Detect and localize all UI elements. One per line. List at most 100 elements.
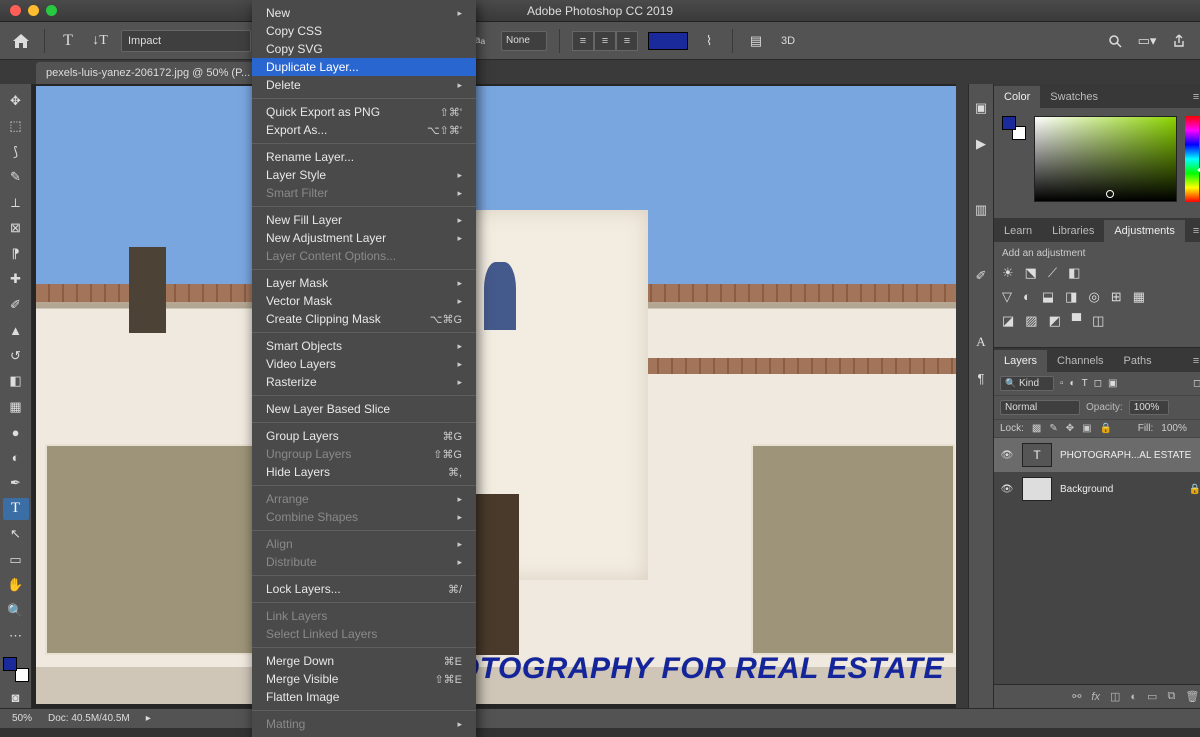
lock-pixels-icon[interactable]: ✎ xyxy=(1049,423,1057,434)
paragraph-panel-icon[interactable]: ¶ xyxy=(969,366,993,390)
tab-paths[interactable]: Paths xyxy=(1114,350,1162,372)
text-layer[interactable]: PHOTOGRAPHY FOR REAL ESTATE xyxy=(413,652,944,686)
levels-adj-icon[interactable]: ⬔ xyxy=(1025,265,1037,281)
lock-position-icon[interactable]: ✥ xyxy=(1066,423,1074,434)
gradientmap-adj-icon[interactable]: ▀ xyxy=(1072,313,1081,329)
align-left-icon[interactable]: ≡ xyxy=(572,31,594,51)
tab-learn[interactable]: Learn xyxy=(994,220,1042,242)
threshold-adj-icon[interactable]: ◩ xyxy=(1049,313,1061,329)
align-center-icon[interactable]: ≡ xyxy=(594,31,616,51)
filter-shape-icon[interactable]: ◻ xyxy=(1094,378,1102,389)
layer-filter-kind[interactable]: 🔍 Kind xyxy=(1000,376,1054,391)
filter-adj-icon[interactable]: ◐ xyxy=(1070,378,1076,389)
bw-adj-icon[interactable]: ◨ xyxy=(1065,289,1077,305)
panel-menu-icon[interactable]: ≡ xyxy=(1185,220,1200,242)
filter-pixel-icon[interactable]: ▫ xyxy=(1060,378,1064,389)
quickmask-icon[interactable]: ◙ xyxy=(3,686,29,708)
layer-item[interactable]: 👁 T PHOTOGRAPH...AL ESTATE xyxy=(994,438,1200,472)
chevron-right-icon[interactable]: ▸ xyxy=(146,713,151,724)
document-tab[interactable]: pexels-luis-yanez-206172.jpg @ 50% (P...… xyxy=(36,62,275,84)
move-tool-icon[interactable]: ✥ xyxy=(3,90,29,112)
fill-value[interactable]: 100% xyxy=(1161,423,1200,434)
close-icon[interactable] xyxy=(10,5,21,16)
selective-adj-icon[interactable]: ◫ xyxy=(1092,313,1104,329)
visibility-icon[interactable]: 👁 xyxy=(1000,450,1014,461)
curves-adj-icon[interactable]: ⟋ xyxy=(1048,265,1057,281)
menu-rename-layer[interactable]: Rename Layer... xyxy=(252,148,476,166)
text-color-swatch[interactable] xyxy=(648,32,688,50)
share-icon[interactable] xyxy=(1168,30,1190,52)
invert-adj-icon[interactable]: ◪ xyxy=(1002,313,1014,329)
photofilter-adj-icon[interactable]: ◎ xyxy=(1088,289,1099,305)
type-tool-icon[interactable]: T xyxy=(3,498,29,520)
play-icon[interactable]: ▶ xyxy=(969,132,993,156)
history-brush-tool-icon[interactable]: ↺ xyxy=(3,345,29,367)
align-right-icon[interactable]: ≡ xyxy=(616,31,638,51)
delete-layer-icon[interactable]: 🗑 xyxy=(1185,690,1199,703)
menu-layer-mask[interactable]: Layer Mask▸ xyxy=(252,274,476,292)
panel-menu-icon[interactable]: ≡ xyxy=(1185,86,1200,108)
menu-new-layer-slice[interactable]: New Layer Based Slice xyxy=(252,400,476,418)
menu-rasterize[interactable]: Rasterize▸ xyxy=(252,373,476,391)
3d-icon[interactable]: 3D xyxy=(777,30,799,52)
new-layer-icon[interactable]: ⧉ xyxy=(1167,690,1175,703)
menu-smart-objects[interactable]: Smart Objects▸ xyxy=(252,337,476,355)
zoom-level[interactable]: 50% xyxy=(12,713,32,724)
menu-merge-down[interactable]: Merge Down⌘E xyxy=(252,652,476,670)
menu-new-fill-layer[interactable]: New Fill Layer▸ xyxy=(252,211,476,229)
new-adj-layer-icon[interactable]: ◐ xyxy=(1130,691,1137,703)
brush-panel-icon[interactable]: ✐ xyxy=(969,264,993,288)
menu-copy-svg[interactable]: Copy SVG xyxy=(252,40,476,58)
blend-mode-select[interactable]: Normal xyxy=(1000,400,1080,415)
minimize-icon[interactable] xyxy=(28,5,39,16)
marquee-tool-icon[interactable]: ⬚ xyxy=(3,116,29,138)
dodge-tool-icon[interactable]: ◐ xyxy=(3,447,29,469)
antialias-select[interactable]: None xyxy=(501,31,547,51)
menu-copy-css[interactable]: Copy CSS xyxy=(252,22,476,40)
colorbal-adj-icon[interactable]: ⬓ xyxy=(1042,289,1054,305)
new-group-icon[interactable]: ▭ xyxy=(1147,690,1157,703)
menu-layer-style[interactable]: Layer Style▸ xyxy=(252,166,476,184)
canvas[interactable]: PHOTOGRAPHY FOR REAL ESTATE xyxy=(36,86,964,704)
brush-tool-icon[interactable]: ✐ xyxy=(3,294,29,316)
visibility-icon[interactable]: 👁 xyxy=(1000,484,1014,495)
hue-adj-icon[interactable]: ◐ xyxy=(1023,289,1031,305)
hand-tool-icon[interactable]: ✋ xyxy=(3,575,29,597)
add-mask-icon[interactable]: ◫ xyxy=(1110,690,1120,703)
search-icon[interactable] xyxy=(1104,30,1126,52)
stamp-tool-icon[interactable]: ▲ xyxy=(3,320,29,342)
menu-video-layers[interactable]: Video Layers▸ xyxy=(252,355,476,373)
link-layers-icon[interactable]: ⚯ xyxy=(1072,690,1081,703)
fg-bg-swatch[interactable] xyxy=(3,657,29,682)
eyedropper-tool-icon[interactable]: ⁋ xyxy=(3,243,29,265)
frame-tool-icon[interactable]: ⊠ xyxy=(3,218,29,240)
doc-info[interactable]: Doc: 40.5M/40.5M xyxy=(48,713,130,724)
type-tool-icon[interactable]: T xyxy=(57,30,79,52)
healing-tool-icon[interactable]: ✚ xyxy=(3,269,29,291)
exposure-adj-icon[interactable]: ◧ xyxy=(1068,265,1080,281)
zoom-tool-icon[interactable]: 🔍 xyxy=(3,600,29,622)
menu-create-clipping-mask[interactable]: Create Clipping Mask⌥⌘G xyxy=(252,310,476,328)
maximize-icon[interactable] xyxy=(46,5,57,16)
layer-fx-icon[interactable]: fx xyxy=(1091,691,1100,703)
menu-flatten[interactable]: Flatten Image xyxy=(252,688,476,706)
layer-item[interactable]: 👁 Background 🔒 xyxy=(994,472,1200,506)
menu-new-adj-layer[interactable]: New Adjustment Layer▸ xyxy=(252,229,476,247)
vibrance-adj-icon[interactable]: ▽ xyxy=(1002,289,1012,305)
path-select-tool-icon[interactable]: ↖ xyxy=(3,524,29,546)
menu-quick-export[interactable]: Quick Export as PNG⇧⌘' xyxy=(252,103,476,121)
lasso-tool-icon[interactable]: ⟆ xyxy=(3,141,29,163)
tab-libraries[interactable]: Libraries xyxy=(1042,220,1104,242)
character-panel-icon[interactable]: A xyxy=(969,330,993,354)
canvas-area[interactable]: PHOTOGRAPHY FOR REAL ESTATE xyxy=(32,84,968,708)
home-icon[interactable] xyxy=(10,30,32,52)
lock-all-icon[interactable]: 🔒 xyxy=(1100,423,1112,434)
eraser-tool-icon[interactable]: ◧ xyxy=(3,371,29,393)
vertical-scrollbar[interactable] xyxy=(956,84,968,708)
crop-tool-icon[interactable]: ⟂ xyxy=(3,192,29,214)
quick-select-tool-icon[interactable]: ✎ xyxy=(3,167,29,189)
warp-text-icon[interactable]: ⌇ xyxy=(698,30,720,52)
edit-toolbar-icon[interactable]: ⋯ xyxy=(3,626,29,648)
gradient-tool-icon[interactable]: ▦ xyxy=(3,396,29,418)
filter-type-icon[interactable]: T xyxy=(1082,378,1088,389)
